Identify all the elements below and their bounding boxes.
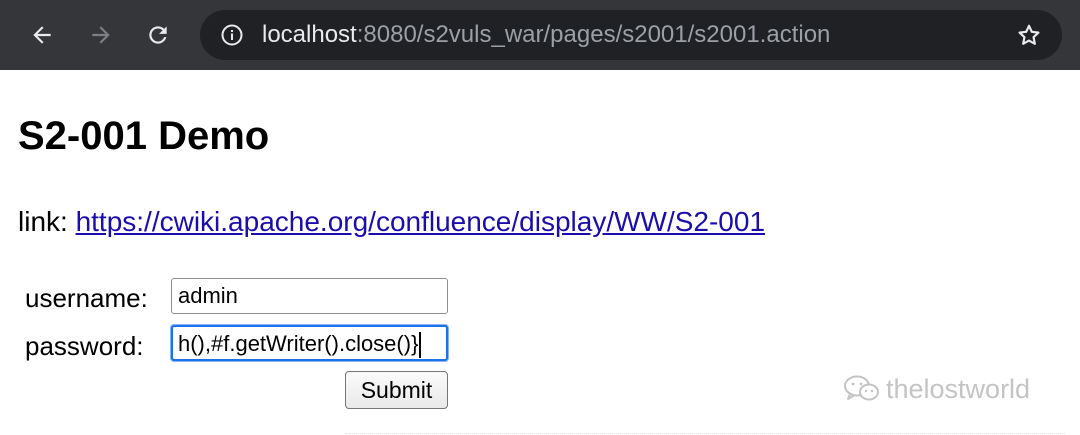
username-label: username: (25, 283, 148, 313)
url-text[interactable]: localhost:8080/s2vuls_war/pages/s2001/s2… (262, 21, 830, 49)
forward-button[interactable] (84, 18, 118, 52)
link-prefix: link: (18, 206, 76, 237)
url-host: localhost (262, 21, 357, 48)
wechat-icon (844, 375, 879, 401)
watermark: thelostworld (842, 372, 1030, 406)
password-label: password: (25, 331, 144, 361)
text-caret (419, 332, 422, 359)
back-button[interactable] (25, 18, 59, 52)
back-arrow-icon (33, 26, 51, 44)
username-value: admin (178, 283, 238, 308)
url-path: :8080/s2vuls_war/pages/s2001/s2001.actio… (356, 21, 831, 48)
forward-arrow-icon (92, 26, 110, 44)
browser-toolbar: localhost:8080/s2vuls_war/pages/s2001/s2… (0, 0, 1080, 70)
address-bar[interactable]: localhost:8080/s2vuls_war/pages/s2001/s2… (200, 10, 1062, 60)
reload-icon (149, 26, 167, 44)
password-value: h(),#f.getWriter().close()} (178, 331, 419, 356)
password-input[interactable]: h(),#f.getWriter().close()} (171, 325, 448, 361)
star-icon[interactable] (1016, 22, 1042, 48)
link-line: link: https://cwiki.apache.org/confluenc… (18, 205, 765, 239)
info-icon[interactable] (220, 23, 244, 47)
username-input[interactable]: admin (171, 278, 448, 314)
watermark-text: thelostworld (886, 373, 1031, 404)
reload-button[interactable] (141, 18, 175, 52)
divider (345, 433, 1065, 434)
page-title: S2-001 Demo (18, 114, 270, 158)
advisory-link[interactable]: https://cwiki.apache.org/confluence/disp… (76, 206, 765, 237)
submit-button[interactable]: Submit (345, 371, 448, 409)
